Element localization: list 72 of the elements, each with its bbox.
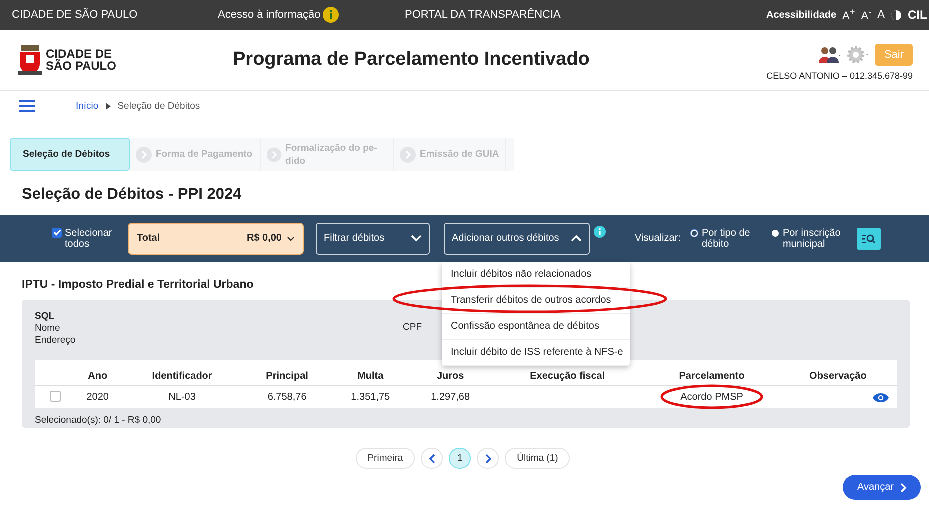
chevron-right-icon (484, 454, 492, 464)
chevron-icon (136, 146, 152, 162)
column-header: Identificador (152, 371, 212, 382)
column-header: Execução fiscal (530, 371, 606, 382)
site-name: CIDADE DE SÃO PAULO (12, 9, 139, 21)
chevron-icon (411, 235, 422, 242)
eye-icon[interactable] (873, 393, 889, 403)
info-link[interactable]: Acesso à informação (218, 9, 321, 21)
view-label: Visualizar: (635, 233, 681, 244)
search-list-icon (862, 234, 876, 244)
field-label: CPF (403, 322, 422, 335)
portal-link[interactable]: PORTAL DA TRANSPARÊNCIA (405, 9, 561, 21)
search-button[interactable] (856, 228, 881, 250)
breadcrumb-current: Seleção de Débitos (118, 100, 200, 112)
row-checkbox[interactable] (50, 391, 60, 402)
contrast-icon[interactable] (891, 10, 902, 20)
select-all-checkbox[interactable] (52, 228, 62, 238)
view-radio[interactable] (690, 230, 698, 236)
chevron-icon (571, 235, 582, 242)
section-title: IPTU - Imposto Predial e Territorial Urbano (22, 279, 254, 291)
table-cell: 1.351,75 (351, 392, 390, 402)
page-title: Seleção de Débitos - PPI 2024 (22, 186, 243, 204)
caret-icon (106, 102, 111, 110)
column-header: Parcelamento (679, 371, 745, 382)
column-header: Observação (810, 371, 867, 382)
column-header: Ano (88, 371, 108, 382)
coat-of-arms-icon (18, 45, 42, 75)
field-label: Nome (35, 323, 62, 335)
view-option-label: Por inscrição municipal (782, 228, 842, 250)
language-label[interactable]: CIL (908, 8, 929, 22)
next-page-button[interactable] (477, 448, 500, 469)
total-dropdown[interactable]: Total R$ 0,00 (128, 222, 304, 254)
first-page-button[interactable]: Primeira (356, 448, 416, 469)
app-title: Programa de Parcelamento Incentivado (233, 49, 591, 71)
breadcrumb-link[interactable]: Início (76, 100, 99, 112)
chevron-left-icon (428, 454, 436, 464)
page-button[interactable]: 1 (449, 448, 472, 469)
column-header: Multa (358, 371, 384, 382)
chevron-right-icon (900, 482, 907, 492)
city-logo: CIDADE DE SÃO PAULO (18, 45, 233, 75)
table-cell: 1.297,68 (431, 392, 470, 402)
chevron-icon (267, 146, 282, 162)
previous-page-button[interactable] (421, 448, 444, 469)
view-radio[interactable] (772, 230, 779, 236)
column-header: Principal (266, 371, 308, 382)
next-button[interactable]: Avançar (843, 475, 921, 500)
field-label: SQL (35, 311, 56, 323)
select-all-label: Selecionar todos (65, 228, 114, 250)
field-label: Endereço (35, 335, 77, 347)
users-icon[interactable] (819, 46, 842, 64)
font-size-button[interactable]: A$^{+}$ (842, 7, 856, 23)
view-option-label: Por tipo de débito (702, 228, 752, 250)
font-size-button[interactable]: A$^{-}$ (861, 7, 872, 23)
info-icon (322, 7, 339, 23)
chevron-icon (400, 146, 416, 162)
step-tab[interactable]: Seleção de Débitos (10, 138, 130, 171)
chevron-down-icon (287, 236, 295, 242)
table-cell: Acordo PMSP (680, 392, 744, 402)
menu-item[interactable]: Incluir débitos não relacionados (442, 262, 630, 288)
user-info: CELSO ANTONIO – 012.345.678-99 (766, 70, 913, 80)
font-size-button[interactable]: A (878, 9, 885, 21)
accessibility-label: Acessibilidade (766, 10, 837, 20)
table-cell: NL-03 (168, 392, 196, 402)
last-page-button[interactable]: Última (1) (505, 448, 570, 469)
selection-summary: Selecionado(s): 0/ 1 - R$ 0,00 (35, 415, 162, 426)
filter-dropdown[interactable]: Filtrar débitos (316, 222, 430, 254)
info-icon[interactable] (594, 226, 606, 238)
menu-icon[interactable] (19, 100, 35, 112)
column-header: Juros (436, 371, 464, 382)
table-cell: 2020 (86, 392, 109, 402)
table-cell: 6.758,76 (268, 392, 307, 402)
add-debts-dropdown[interactable]: Adicionar outros débitos (444, 222, 590, 254)
